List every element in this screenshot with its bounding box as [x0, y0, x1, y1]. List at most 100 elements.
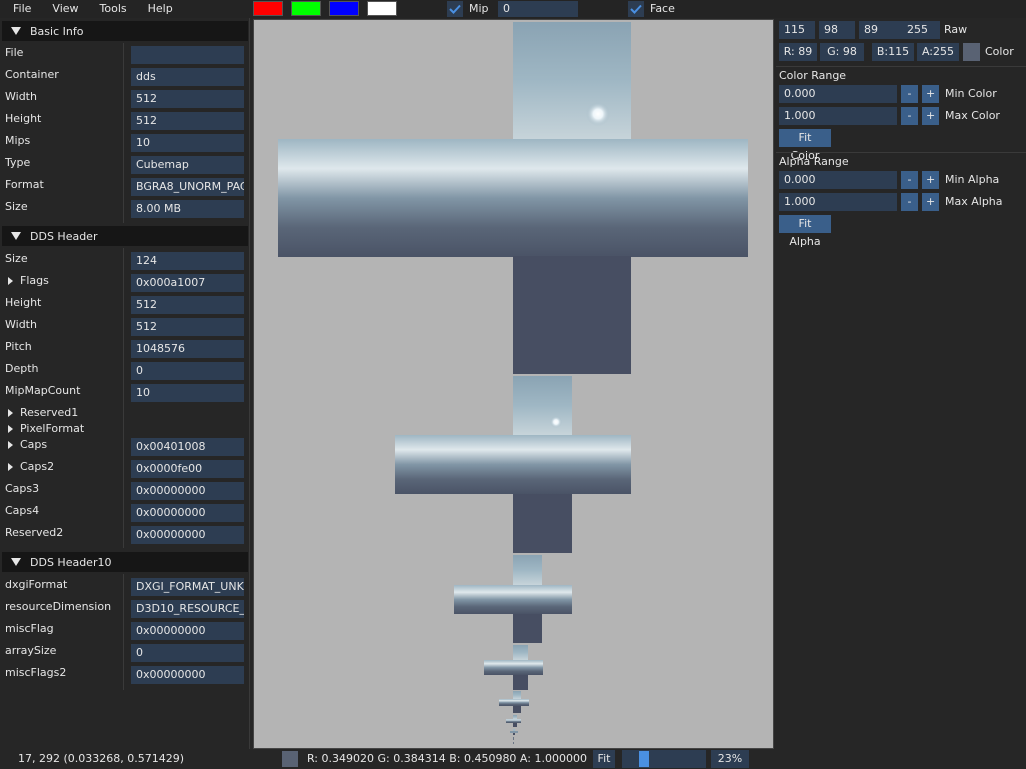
row-label-text: Caps3 [5, 482, 40, 495]
mip-checkbox[interactable] [447, 1, 463, 17]
row-value[interactable]: 0x00000000 [131, 622, 244, 640]
row-value[interactable]: 512 [131, 296, 244, 314]
face-label: Face [650, 2, 675, 15]
color-b-field[interactable]: B:115 [872, 43, 914, 61]
blue-channel-swatch[interactable] [329, 1, 359, 16]
row-label-text: Width [5, 318, 37, 331]
row-value[interactable]: 124 [131, 252, 244, 270]
row-value[interactable]: BGRA8_UNORM_PACK [131, 178, 244, 196]
row-label: Type [5, 154, 30, 172]
raw-a-field[interactable]: 255 [902, 21, 940, 39]
green-channel-swatch[interactable] [291, 1, 321, 16]
row-label-text: PixelFormat [20, 422, 85, 435]
max-alpha-increment-button[interactable]: + [922, 193, 939, 211]
zoom-slider[interactable] [622, 750, 706, 768]
row-value[interactable]: 10 [131, 134, 244, 152]
row-label: resourceDimension [5, 598, 111, 616]
row-label: Caps4 [5, 502, 39, 520]
row-value[interactable]: 512 [131, 90, 244, 108]
color-label: Color [985, 45, 1014, 58]
row-label-text: Size [5, 252, 28, 265]
row-value[interactable]: 0x000a1007 [131, 274, 244, 292]
row-label: MipMapCount [5, 382, 80, 400]
row-value[interactable]: Cubemap [131, 156, 244, 174]
row-label[interactable]: Caps2 [5, 458, 54, 476]
row-value[interactable]: 512 [131, 112, 244, 130]
max-color-input[interactable]: 1.000 [779, 107, 897, 125]
min-color-decrement-button[interactable]: - [901, 85, 918, 103]
row-value[interactable]: 0x00401008 [131, 438, 244, 456]
row-value[interactable]: 0x00000000 [131, 482, 244, 500]
menu-help[interactable]: Help [135, 0, 181, 18]
row-value[interactable]: DXGI_FORMAT_UNKN [131, 578, 244, 596]
row-value[interactable]: D3D10_RESOURCE_DI [131, 600, 244, 618]
zoom-slider-handle[interactable] [639, 751, 649, 767]
row-label-text: Height [5, 296, 42, 309]
raw-b-field[interactable]: 89 [859, 21, 905, 39]
fit-alpha-button[interactable]: Fit Alpha [779, 215, 831, 248]
basic-info-header[interactable]: Basic Info [2, 21, 248, 41]
row-label: File [5, 44, 23, 62]
face-checkbox[interactable] [628, 1, 644, 17]
cubemap-preview [278, 22, 748, 744]
row-label[interactable]: Flags [5, 272, 49, 290]
dds-header-header[interactable]: DDS Header [2, 226, 248, 246]
max-color-increment-button[interactable]: + [922, 107, 939, 125]
mip-input[interactable]: 0 [498, 1, 578, 17]
pixel-color-swatch [282, 751, 298, 767]
max-alpha-input[interactable]: 1.000 [779, 193, 897, 211]
menu-tools[interactable]: Tools [87, 0, 135, 18]
mip-level-6 [510, 729, 518, 735]
min-color-label: Min Color [945, 87, 997, 100]
row-value[interactable]: 512 [131, 318, 244, 336]
row-label-text: miscFlag [5, 622, 54, 635]
row-value[interactable]: 1048576 [131, 340, 244, 358]
menu-file[interactable]: File [0, 0, 39, 18]
color-panel: 115 98 89 255 Raw R: 89 G: 98 B:115 A:25… [776, 18, 1026, 749]
row-value[interactable] [131, 46, 244, 64]
dds-header10-header[interactable]: DDS Header10 [2, 552, 248, 572]
fit-color-button[interactable]: Fit Color [779, 129, 831, 162]
row-value[interactable]: 0x0000fe00 [131, 460, 244, 478]
mip-level-7 [513, 737, 514, 744]
color-a-field[interactable]: A:255 [917, 43, 959, 61]
menu-view[interactable]: View [39, 0, 86, 18]
color-g-field[interactable]: G: 98 [820, 43, 864, 61]
raw-g-field[interactable]: 98 [819, 21, 855, 39]
section-title: DDS Header [30, 229, 98, 243]
checkmark-icon [449, 4, 461, 14]
max-alpha-decrement-button[interactable]: - [901, 193, 918, 211]
color-swatch[interactable] [963, 43, 980, 61]
min-alpha-increment-button[interactable]: + [922, 171, 939, 189]
texture-viewport[interactable] [253, 19, 774, 749]
row-value[interactable]: 0 [131, 362, 244, 380]
row-label[interactable]: Caps [5, 436, 47, 454]
fit-button[interactable]: Fit [593, 750, 615, 768]
min-alpha-decrement-button[interactable]: - [901, 171, 918, 189]
raw-r-field[interactable]: 115 [779, 21, 815, 39]
row-value[interactable]: 10 [131, 384, 244, 402]
row-value[interactable]: 0x00000000 [131, 526, 244, 544]
row-value[interactable]: 0 [131, 644, 244, 662]
pixel-rgba: R: 0.349020 G: 0.384314 B: 0.450980 A: 1… [307, 752, 587, 765]
min-color-input[interactable]: 0.000 [779, 85, 897, 103]
red-channel-swatch[interactable] [253, 1, 283, 16]
alpha-channel-swatch[interactable] [367, 1, 397, 16]
row-label: Depth [5, 360, 39, 378]
row-label: Pitch [5, 338, 32, 356]
row-value[interactable]: 8.00 MB [131, 200, 244, 218]
row-label: Mips [5, 132, 30, 150]
row-label-text: Reserved2 [5, 526, 64, 539]
min-color-increment-button[interactable]: + [922, 85, 939, 103]
row-label: Height [5, 110, 41, 128]
row-value[interactable]: 0x00000000 [131, 504, 244, 522]
color-r-field[interactable]: R: 89 [779, 43, 817, 61]
max-color-decrement-button[interactable]: - [901, 107, 918, 125]
row-value[interactable]: dds [131, 68, 244, 86]
row-value[interactable]: 0x00000000 [131, 666, 244, 684]
min-alpha-input[interactable]: 0.000 [779, 171, 897, 189]
zoom-percent: 23% [711, 750, 749, 768]
alpha-range-title: Alpha Range [779, 155, 849, 168]
mip-level-1 [395, 376, 631, 553]
mip-level-2 [454, 555, 572, 643]
